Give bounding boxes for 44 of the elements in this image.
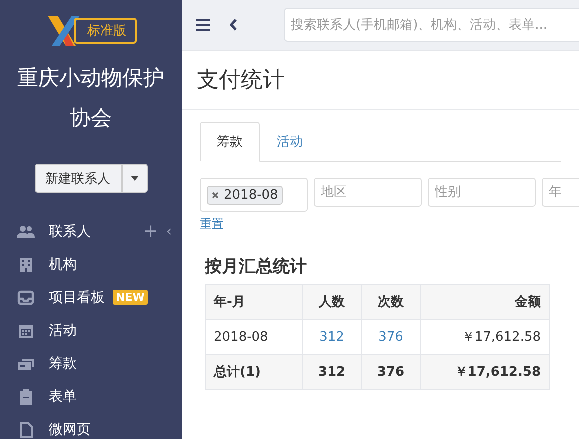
reset-link[interactable]: 重置 — [200, 216, 224, 233]
nav-item[interactable]: 机构 — [49, 256, 77, 274]
total-cell: ￥17,612.58 — [420, 354, 550, 390]
back-icon[interactable] — [230, 19, 238, 31]
menu-icon[interactable] — [196, 19, 210, 31]
month-select-field[interactable]: 2018-08 — [200, 178, 308, 212]
search-field[interactable]: 搜索联系人(手机邮箱)、机构、活动、表单... — [284, 8, 579, 42]
people-icon — [17, 224, 35, 240]
dropdown-button[interactable] — [122, 164, 148, 193]
organization-name: 重庆小动物保护协会 — [16, 65, 166, 132]
column-header: 次数 — [362, 284, 420, 320]
total-cell: 312 — [302, 354, 362, 390]
inbox-icon — [17, 290, 35, 306]
total-cell: 376 — [362, 354, 420, 390]
nav-item[interactable]: 项目看板 — [49, 288, 105, 306]
document-icon — [17, 422, 35, 438]
calendar-icon — [17, 322, 35, 338]
nav-item[interactable]: 表单 — [49, 388, 77, 406]
x-logo-icon — [46, 14, 82, 48]
nav-item[interactable]: 活动 — [49, 322, 77, 340]
clipboard-icon — [17, 388, 35, 404]
nav-item[interactable]: 筹款 — [49, 354, 77, 372]
add-button[interactable]: + — [143, 221, 158, 242]
column-header: 年-月 — [206, 284, 302, 320]
remove-icon[interactable] — [212, 192, 219, 198]
page-title: 支付统计 — [182, 51, 579, 110]
section-title: 按月汇总统计 — [205, 256, 308, 278]
nav-item[interactable]: 微网页 — [49, 420, 91, 438]
filter-field[interactable]: 地区 — [314, 178, 422, 207]
column-header: 人数 — [302, 284, 362, 320]
collapse-button[interactable]: ‹ — [166, 224, 172, 240]
new-badge: NEW — [113, 290, 148, 305]
total-cell: 总计(1) — [206, 354, 302, 390]
edition-badge: 标准版 — [74, 18, 136, 44]
nav-item[interactable]: 联系人 — [49, 222, 91, 240]
tab[interactable]: 筹款 — [200, 122, 260, 162]
building-icon — [17, 256, 35, 272]
column-header: 金额 — [420, 284, 550, 320]
month-tag: 2018-08 — [207, 186, 284, 204]
caret-icon — [130, 176, 138, 181]
new-contact-button[interactable]: 新建联系人 — [34, 164, 122, 193]
filter-field[interactable]: 性别 — [428, 178, 536, 207]
filter-field[interactable]: 年 — [542, 178, 579, 207]
tab[interactable]: 活动 — [260, 122, 320, 162]
